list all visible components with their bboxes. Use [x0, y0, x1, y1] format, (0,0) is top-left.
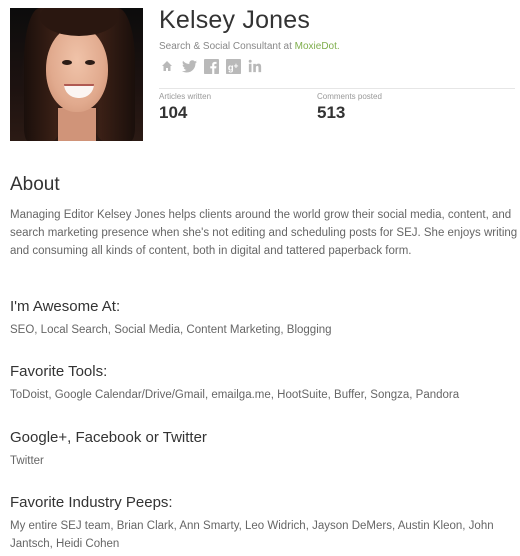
section-heading: I'm Awesome At: — [10, 298, 121, 315]
twitter-icon[interactable] — [181, 58, 197, 74]
author-title-text: Search & Social Consultant at — [159, 41, 295, 52]
articles-stat: Articles written 104 — [159, 92, 211, 123]
home-icon[interactable] — [159, 58, 175, 74]
section-text: Twitter — [10, 455, 44, 467]
section-social-preference: Google+, Facebook or Twitter Twitter — [10, 429, 518, 470]
section-heading: Google+, Facebook or Twitter — [10, 429, 207, 446]
about-heading: About — [10, 174, 60, 195]
articles-label: Articles written — [159, 92, 212, 101]
comments-label: Comments posted — [317, 92, 382, 101]
author-title: Search & Social Consultant at MoxieDot. — [159, 41, 340, 52]
section-text: My entire SEJ team, Brian Clark, Ann Sma… — [10, 520, 494, 550]
facebook-icon[interactable] — [203, 58, 219, 74]
section-heading: Favorite Industry Peeps: — [10, 494, 173, 511]
section-heading: Favorite Tools: — [10, 363, 108, 380]
svg-text:+: + — [233, 60, 238, 70]
company-link[interactable]: MoxieDot. — [295, 41, 340, 52]
section-industry-peeps: Favorite Industry Peeps: My entire SEJ t… — [10, 494, 518, 553]
social-links: g + — [159, 58, 263, 74]
comments-count: 513 — [317, 103, 346, 122]
google-plus-icon[interactable]: g + — [225, 58, 241, 74]
section-text: SEO, Local Search, Social Media, Content… — [10, 324, 332, 336]
stats-divider — [159, 88, 515, 89]
linkedin-icon[interactable] — [247, 58, 263, 74]
articles-count: 104 — [159, 103, 188, 122]
comments-stat: Comments posted 513 — [317, 92, 382, 123]
profile-photo — [10, 8, 143, 141]
about-text: Managing Editor Kelsey Jones helps clien… — [10, 209, 518, 257]
section-awesome-at: I'm Awesome At: SEO, Local Search, Socia… — [10, 298, 518, 339]
author-name: Kelsey Jones — [159, 6, 311, 34]
section-text: ToDoist, Google Calendar/Drive/Gmail, em… — [10, 389, 460, 401]
section-favorite-tools: Favorite Tools: ToDoist, Google Calendar… — [10, 363, 518, 404]
